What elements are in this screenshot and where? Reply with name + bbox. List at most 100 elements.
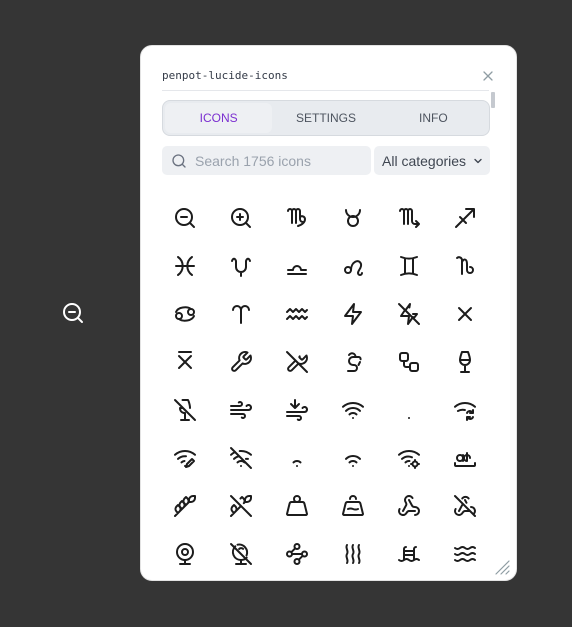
- x-line-top-icon: [178, 351, 192, 369]
- worm-icon: [347, 352, 362, 372]
- category-select-value: All categories: [382, 152, 467, 169]
- web-cam-off-icon: [230, 543, 252, 565]
- icon-tile-weight[interactable]: [273, 482, 321, 530]
- search-box: [162, 146, 371, 175]
- ophiuchus-icon: [231, 257, 251, 277]
- icon-tile-capricorn[interactable]: [441, 242, 489, 290]
- wifi-sync-icon: [454, 402, 476, 421]
- icon-tile-web-cam-off[interactable]: [217, 530, 265, 578]
- wifi-cog-icon: [398, 450, 420, 469]
- waves-horizontal-icon: [454, 546, 476, 562]
- zap-off-icon: [398, 303, 420, 325]
- icon-tile-gemini[interactable]: [385, 242, 433, 290]
- icon-tile-webhook[interactable]: [385, 482, 433, 530]
- wifi-high-icon: [345, 455, 361, 467]
- icon-tile-waves[interactable]: [329, 530, 377, 578]
- icon-tile-wine[interactable]: [441, 338, 489, 386]
- plugin-title: penpot-lucide-icons: [162, 69, 288, 82]
- wheat-off-icon: [230, 495, 252, 517]
- wrench-icon: [231, 351, 252, 372]
- icon-tile-pisces[interactable]: [161, 242, 209, 290]
- aquarius-icon: [286, 308, 308, 320]
- icon-tile-wifi-zero[interactable]: [385, 386, 433, 434]
- icon-tile-virgo[interactable]: [273, 194, 321, 242]
- icon-tile-wrench-off[interactable]: [273, 338, 321, 386]
- wine-off-icon: [174, 399, 196, 421]
- icon-tile-wrench[interactable]: [217, 338, 265, 386]
- icon-tile-wifi-pen[interactable]: [161, 434, 209, 482]
- icon-tile-webhook-off[interactable]: [441, 482, 489, 530]
- icon-tile-wind-arrow-down[interactable]: [273, 386, 321, 434]
- webhook-icon: [398, 495, 420, 516]
- x-icon: [458, 307, 472, 321]
- wind-icon: [230, 401, 252, 419]
- tab-icons[interactable]: ICONS: [165, 103, 273, 133]
- icon-tile-waves-ladder[interactable]: [385, 530, 433, 578]
- weight-icon: [286, 495, 308, 516]
- scrollbar-thumb[interactable]: [491, 92, 495, 108]
- icon-tile-weight-tilde[interactable]: [329, 482, 377, 530]
- icon-tile-aquarius[interactable]: [273, 290, 321, 338]
- waves-icon: [345, 544, 361, 564]
- icon-tile-sagittarius[interactable]: [441, 194, 489, 242]
- taurus-icon: [345, 209, 361, 227]
- icon-tile-cancer[interactable]: [161, 290, 209, 338]
- wifi-pen-icon: [174, 450, 196, 468]
- icon-tile-aries[interactable]: [217, 290, 265, 338]
- wheat-icon: [174, 495, 196, 517]
- icon-tile-zoom-in[interactable]: [217, 194, 265, 242]
- zap-icon: [344, 303, 362, 325]
- icon-tile-wifi-cog[interactable]: [385, 434, 433, 482]
- icon-tile-ophiuchus[interactable]: [217, 242, 265, 290]
- wifi-icon: [342, 402, 364, 419]
- icon-tile-webcam[interactable]: [161, 530, 209, 578]
- wine-icon: [459, 351, 471, 373]
- icon-tile-wifi[interactable]: [329, 386, 377, 434]
- gemini-icon: [400, 256, 418, 276]
- icon-tile-wind[interactable]: [217, 386, 265, 434]
- pisces-icon: [175, 256, 195, 276]
- webcam-icon: [176, 543, 194, 565]
- icon-tile-wifi-off[interactable]: [217, 434, 265, 482]
- close-icon[interactable]: [481, 68, 495, 82]
- search-input[interactable]: [193, 151, 367, 170]
- plugin-panel: penpot-lucide-icons ICONS SETTINGS INFO …: [140, 45, 517, 581]
- icon-tile-wifi-low[interactable]: [273, 434, 321, 482]
- icon-tile-leo[interactable]: [329, 242, 377, 290]
- wrench-off-icon: [286, 351, 308, 373]
- waves-ladder-icon: [398, 546, 420, 562]
- tab-info[interactable]: INFO: [380, 103, 487, 133]
- icon-tile-whole-word[interactable]: [441, 434, 489, 482]
- tab-bar: ICONS SETTINGS INFO: [162, 100, 490, 136]
- icon-tile-wifi-high[interactable]: [329, 434, 377, 482]
- icon-tile-wheat[interactable]: [161, 482, 209, 530]
- icon-tile-libra[interactable]: [273, 242, 321, 290]
- icon-tile-scorpio[interactable]: [385, 194, 433, 242]
- icon-tile-wheat-off[interactable]: [217, 482, 265, 530]
- icon-tile-zap[interactable]: [329, 290, 377, 338]
- leo-icon: [344, 260, 363, 276]
- whole-word-icon: [454, 452, 476, 467]
- sagittarius-icon: [455, 208, 475, 228]
- icon-tile-wine-off[interactable]: [161, 386, 209, 434]
- category-select[interactable]: All categories: [374, 146, 490, 175]
- icon-tile-workflow[interactable]: [385, 338, 433, 386]
- resize-handle-icon[interactable]: [493, 558, 511, 576]
- virgo-icon: [287, 208, 306, 227]
- icon-tile-x-line-top[interactable]: [161, 338, 209, 386]
- icon-tile-taurus[interactable]: [329, 194, 377, 242]
- canvas-zoom-out-icon: [61, 301, 85, 325]
- icon-tile-x[interactable]: [441, 290, 489, 338]
- cancer-icon: [175, 306, 195, 322]
- icon-tile-zap-off[interactable]: [385, 290, 433, 338]
- webhook-off-icon: [454, 495, 476, 517]
- icon-tile-waypoints[interactable]: [273, 530, 321, 578]
- wifi-low-icon: [292, 460, 302, 467]
- wind-arrow-down-icon: [286, 399, 308, 421]
- icon-tile-worm[interactable]: [329, 338, 377, 386]
- icon-tile-waves-horizontal[interactable]: [441, 530, 489, 578]
- zoom-out-icon: [175, 208, 195, 228]
- icon-tile-zoom-out[interactable]: [161, 194, 209, 242]
- icon-tile-wifi-sync[interactable]: [441, 386, 489, 434]
- tab-settings[interactable]: SETTINGS: [272, 103, 379, 133]
